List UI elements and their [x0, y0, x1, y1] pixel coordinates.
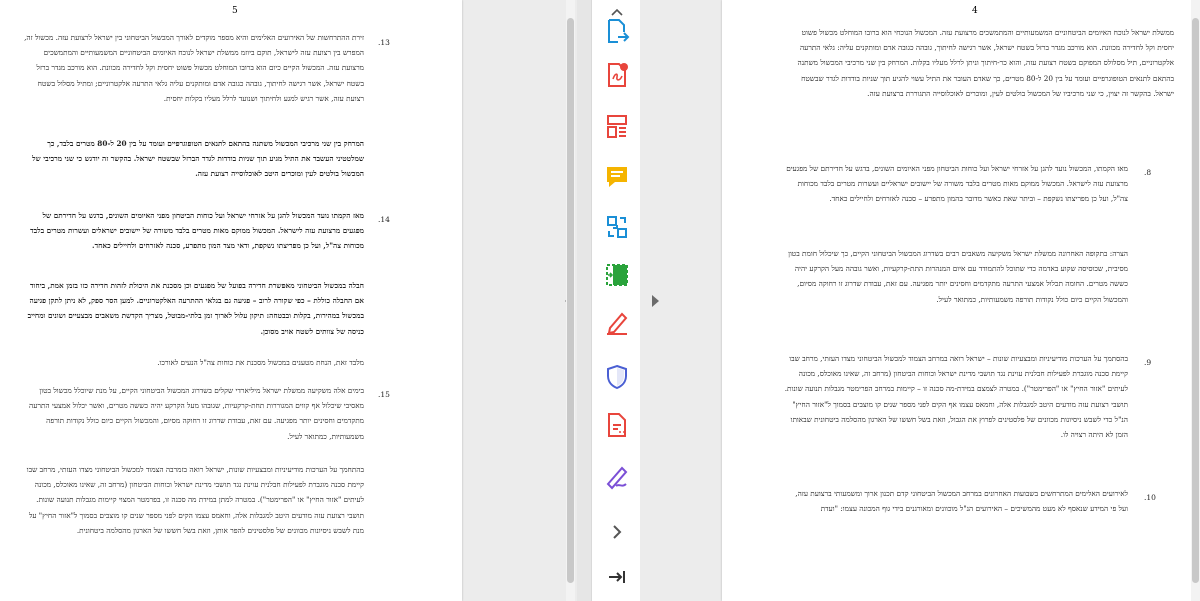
export-pdf-tool[interactable] [600, 14, 634, 48]
edit-pdf-tool[interactable] [600, 306, 634, 340]
scrollbar-thumb[interactable] [1192, 18, 1199, 583]
paragraph-number: .9 [1144, 358, 1152, 367]
left-scrollbar[interactable] [566, 0, 575, 601]
page-number: 4 [972, 6, 978, 16]
more-tools-button[interactable] [600, 515, 634, 549]
organize-pages-icon [607, 115, 627, 138]
paragraph: הצרה: בתקופה האחרונה ממשלת ישראל משקיעה … [788, 249, 1128, 304]
comment-icon [607, 167, 627, 187]
paragraph-number: .13 [378, 38, 390, 47]
paragraph-number: .14 [378, 215, 390, 224]
fill-sign-pdf-icon [608, 413, 627, 437]
paragraph: ממשלת ישראל לנוכח האיומים הביטחוניים המש… [797, 28, 1175, 98]
paragraph: לאירועים האלימים המתרחשים בשבועות האחרונ… [795, 489, 1128, 514]
paragraph: המרחק בין שני מרכיבי המכשול משתנה בהתאם … [32, 139, 364, 179]
paragraph-number: .15 [378, 390, 390, 399]
create-pdf-tool[interactable] [600, 58, 634, 92]
combine-files-icon [607, 216, 627, 238]
protect-tool[interactable] [600, 360, 634, 394]
document-page-4: 4 ממשלת ישראל לנוכח האיומים הביטחוניים ה… [722, 0, 1200, 601]
left-document-pane[interactable]: 5 .13 זירת ההתרחשות של האירועים האלימים … [0, 0, 577, 601]
signature-icon [606, 466, 628, 490]
paragraph: בימים אלה משקיעה ממשלת ישראל מיליארדי שק… [29, 386, 364, 441]
paragraph: בהתחמך על הערכות מודיעיניות ומבצעיות שונ… [26, 465, 364, 535]
chevron-right-icon [613, 525, 622, 539]
comment-tool[interactable] [600, 160, 634, 194]
signature-tool[interactable] [600, 460, 634, 494]
create-pdf-icon [608, 63, 628, 87]
edit-pdf-icon [607, 312, 628, 335]
paragraph: מאז הקמתו נועד המכשול להגן על אזרחי ישרא… [30, 211, 364, 251]
collapse-right-icon [609, 571, 625, 583]
paragraph: זירת ההתרחשות של האירועים האלימים והיא מ… [24, 33, 364, 103]
tools-sidebar [591, 0, 643, 601]
compress-pdf-tool[interactable] [600, 258, 634, 292]
export-pdf-icon [608, 19, 630, 43]
fill-sign-pdf-tool[interactable] [600, 408, 634, 442]
chevron-right-icon [652, 295, 659, 307]
next-page-button[interactable] [648, 293, 662, 309]
scrollbar-thumb[interactable] [567, 18, 574, 583]
paragraph-number: .10 [1144, 493, 1156, 502]
paragraph: מלבד זאת, הנחת מטענים במכשול מסכנת את כו… [157, 358, 364, 367]
paragraph-number: .8 [1144, 168, 1152, 177]
paragraph: מאז הקמתו, המכשול נועד להגן על אזרחי ישר… [786, 164, 1128, 204]
organize-pages-tool[interactable] [600, 110, 634, 144]
paragraph: חבלה במכשול הביטחוני מאפשרת חדירה בפועל … [27, 281, 364, 336]
right-document-pane[interactable]: 4 ממשלת ישראל לנוכח האיומים הביטחוניים ה… [640, 0, 1200, 601]
collapse-panel-button[interactable] [600, 560, 634, 594]
compress-pdf-icon [606, 264, 628, 286]
protect-icon [607, 364, 627, 390]
paragraph: בהסתמך על הערכות מודיעיניות ומבצעיות שונ… [784, 354, 1128, 440]
page-number: 5 [232, 6, 238, 16]
document-page-5: 5 .13 זירת ההתרחשות של האירועים האלימים … [0, 0, 462, 601]
right-scrollbar[interactable] [1191, 0, 1200, 601]
combine-files-tool[interactable] [600, 210, 634, 244]
